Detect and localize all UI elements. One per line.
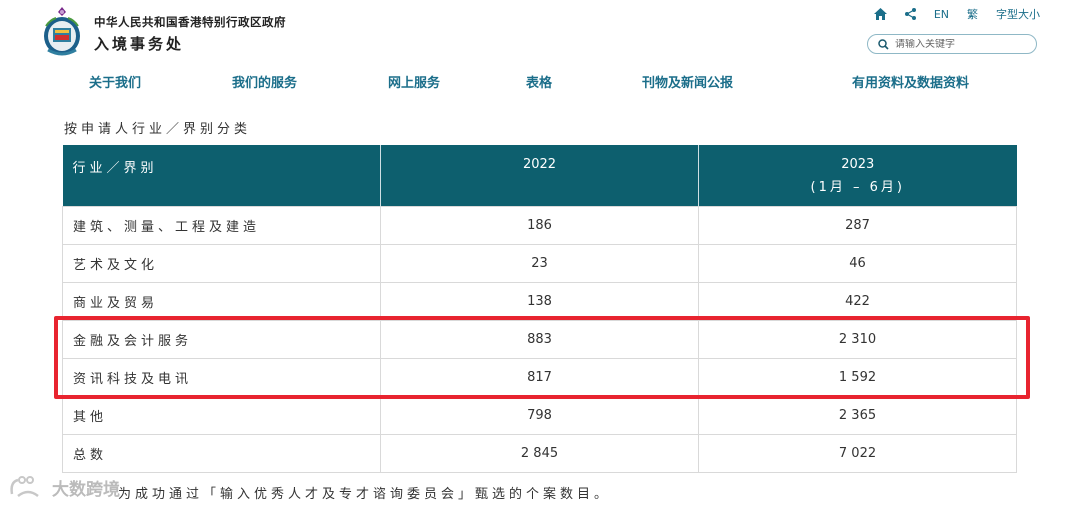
cell-2022: 186 (380, 205, 699, 245)
table-caption: 按申请人行业／界别分类 (64, 122, 252, 137)
table-row: 资讯科技及电讯 817 1 592 (62, 357, 1017, 397)
nav-online-services[interactable]: 网上服务 (388, 72, 440, 91)
header-sector: 行业／界别 (62, 145, 381, 206)
cell-2023: 2 365 (698, 395, 1017, 435)
table-footnote: 为成功通过「输入优秀人才及专才谘询委员会」甄选的个案数目。 (118, 487, 612, 502)
cell-2022: 798 (380, 395, 699, 435)
watermark-logo-icon (10, 476, 39, 498)
table-row: 商业及贸易 138 422 (62, 281, 1017, 321)
header-2023-year: 2023 (841, 157, 875, 172)
cell-2023: 1 592 (698, 357, 1017, 397)
search-input[interactable] (895, 38, 1025, 50)
cell-2022: 817 (380, 357, 699, 397)
nav-useful-info-statistics[interactable]: 有用资料及数据资料 (852, 72, 969, 91)
cell-2022: 138 (380, 281, 699, 321)
language-traditional-link[interactable]: 繁 (967, 6, 978, 22)
header-2023: 2023 (1月 – 6月) (698, 145, 1017, 206)
sector-statistics-table: 行业／界别 2022 2023 (1月 – 6月) 建筑、测量、工程及建造 18… (62, 145, 1017, 473)
nav-our-services[interactable]: 我们的服务 (232, 72, 297, 91)
table-row-total: 总数 2 845 7 022 (62, 433, 1017, 473)
font-size-link[interactable]: 字型大小 (996, 6, 1040, 22)
cell-sector: 艺术及文化 (62, 243, 381, 283)
cell-sector: 资讯科技及电讯 (62, 357, 381, 397)
language-en-link[interactable]: EN (934, 6, 949, 22)
cell-2022: 2 845 (380, 433, 699, 473)
search-box[interactable] (867, 34, 1037, 54)
table-row: 建筑、测量、工程及建造 186 287 (62, 205, 1017, 245)
home-icon[interactable] (873, 6, 887, 22)
cell-sector: 金融及会计服务 (62, 319, 381, 359)
watermark-text: 大数跨境 (52, 479, 120, 500)
cell-2023: 422 (698, 281, 1017, 321)
nav-forms[interactable]: 表格 (526, 72, 552, 91)
cell-2022: 883 (380, 319, 699, 359)
main-navigation: 关于我们 我们的服务 网上服务 表格 刊物及新闻公报 有用资料及数据资料 (0, 72, 1080, 92)
cell-sector: 商业及贸易 (62, 281, 381, 321)
table-row: 金融及会计服务 883 2 310 (62, 319, 1017, 359)
utility-bar: EN 繁 字型大小 (873, 6, 1040, 22)
site-header: 中华人民共和国香港特别行政区政府 入境事务处 EN 繁 字型大小 (0, 0, 1080, 62)
cell-2023: 7 022 (698, 433, 1017, 473)
cell-2023: 287 (698, 205, 1017, 245)
department-title[interactable]: 入境事务处 (94, 33, 184, 54)
immigration-emblem-logo[interactable] (40, 6, 84, 58)
cell-2023: 46 (698, 243, 1017, 283)
cell-2022: 23 (380, 243, 699, 283)
header-2023-period: (1月 – 6月) (810, 180, 905, 195)
table-row: 其他 798 2 365 (62, 395, 1017, 435)
nav-about-us[interactable]: 关于我们 (89, 72, 141, 91)
header-2022: 2022 (380, 145, 699, 206)
table-header-row: 行业／界别 2022 2023 (1月 – 6月) (62, 145, 1017, 206)
cell-sector: 其他 (62, 395, 381, 435)
government-title: 中华人民共和国香港特别行政区政府 (94, 15, 286, 29)
nav-publications-press[interactable]: 刊物及新闻公报 (642, 72, 733, 91)
cell-sector: 建筑、测量、工程及建造 (62, 205, 381, 245)
cell-2023: 2 310 (698, 319, 1017, 359)
table-row: 艺术及文化 23 46 (62, 243, 1017, 283)
share-icon[interactable] (904, 6, 916, 22)
cell-sector: 总数 (62, 433, 381, 473)
search-icon[interactable] (878, 38, 889, 50)
watermark: 大数跨境 (8, 474, 120, 500)
